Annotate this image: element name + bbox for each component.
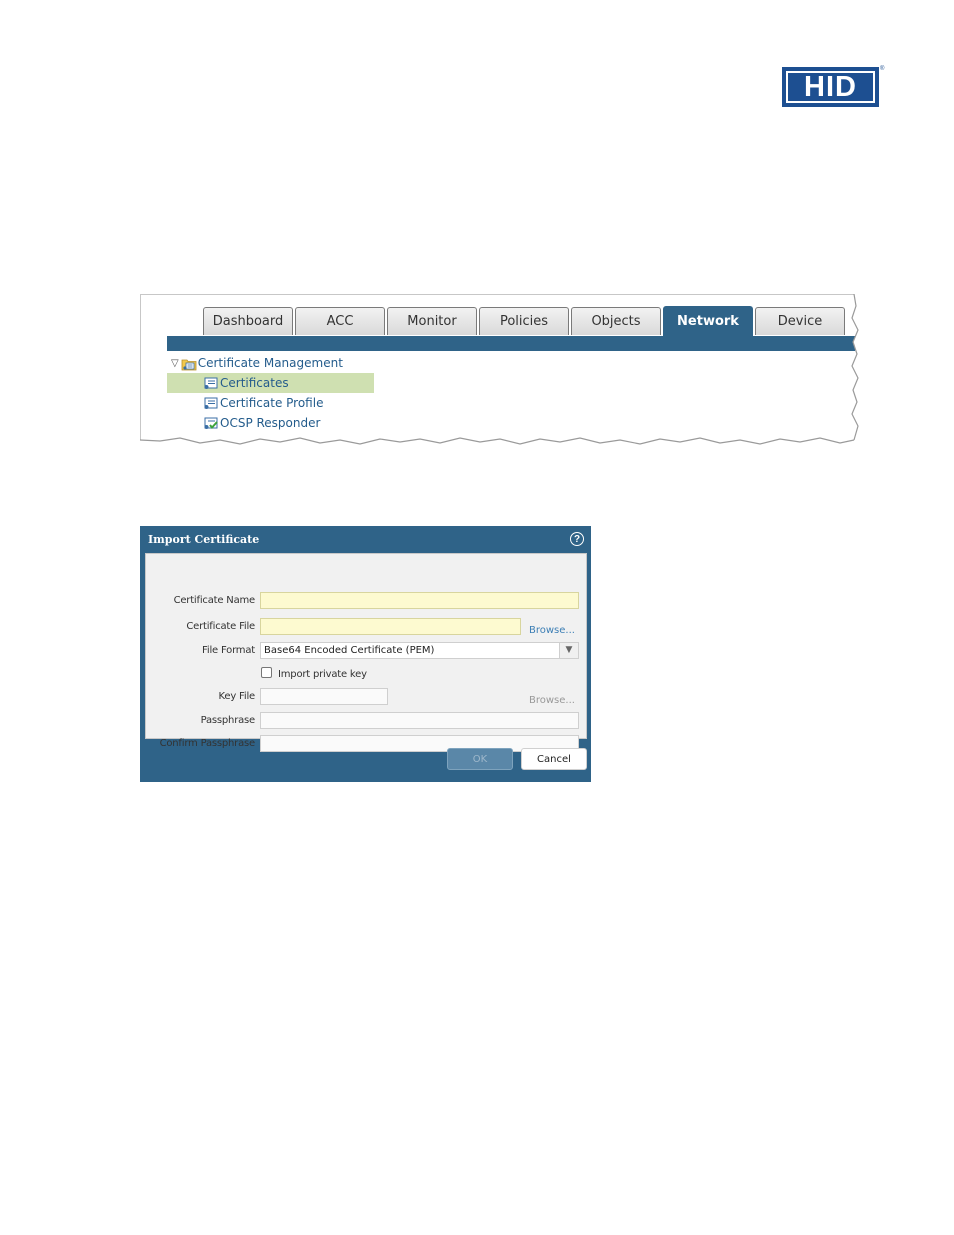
ok-button[interactable]: OK [447,748,513,770]
import-private-key-label: Import private key [278,669,367,680]
certificate-file-browse-link[interactable]: Browse... [529,625,575,636]
file-format-select[interactable]: Base64 Encoded Certificate (PEM) ▼ [260,642,579,659]
import-certificate-dialog: Import Certificate ? Certificate Name Ce… [140,526,591,782]
network-tab-screenshot: Dashboard ACC Monitor Policies Objects N… [140,294,860,450]
cancel-button[interactable]: Cancel [521,748,587,770]
confirm-passphrase-label: Confirm Passphrase [159,738,256,749]
hid-logo: HID [782,67,879,107]
passphrase-label: Passphrase [200,715,256,726]
torn-edge-decoration [140,294,860,450]
key-file-input[interactable] [260,688,388,705]
file-format-label: File Format [202,645,255,656]
help-icon[interactable]: ? [570,532,584,546]
dialog-title: Import Certificate [148,533,260,546]
certificate-name-input[interactable] [260,592,579,609]
dialog-body: Certificate Name Certificate File Browse… [145,553,587,752]
certificate-name-label: Certificate Name [173,595,256,606]
certificate-file-label: Certificate File [186,621,255,632]
registered-mark: ® [880,66,885,72]
file-format-value: Base64 Encoded Certificate (PEM) [264,645,435,656]
chevron-down-icon[interactable]: ▼ [559,643,578,658]
passphrase-input[interactable] [260,712,579,729]
certificate-file-input[interactable] [260,618,521,635]
key-file-browse-link[interactable]: Browse... [529,695,575,706]
import-private-key-checkbox[interactable] [261,667,272,678]
key-file-label: Key File [218,691,256,702]
hid-logo-text: HID [786,71,875,103]
